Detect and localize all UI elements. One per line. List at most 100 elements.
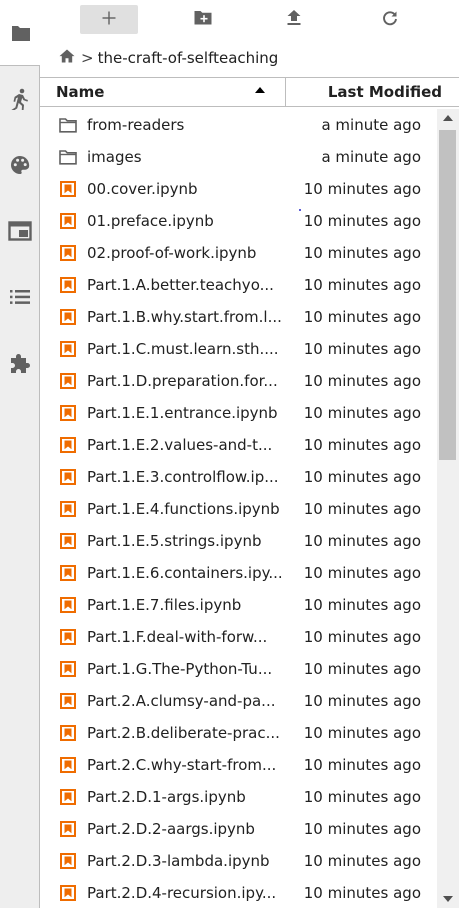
file-name: Part.2.D.1-args.ipynb [87, 788, 246, 806]
notebook-icon [59, 276, 77, 294]
file-list-item[interactable]: Part.1.E.7.files.ipynb 10 minutes ago [40, 589, 438, 621]
file-list-item[interactable]: Part.2.D.2-aargs.ipynb 10 minutes ago [40, 813, 438, 845]
scroll-up-arrow-icon[interactable] [443, 115, 453, 121]
file-last-modified: 10 minutes ago [303, 852, 421, 870]
file-last-modified: 10 minutes ago [303, 564, 421, 582]
file-list-item[interactable]: Part.2.B.deliberate-prac... 10 minutes ag… [40, 717, 438, 749]
notebook-icon [59, 468, 77, 486]
file-list-item[interactable]: from-readers a minute ago [40, 109, 438, 141]
notebook-icon [59, 756, 77, 774]
file-list-item[interactable]: Part.2.D.1-args.ipynb 10 minutes ago [40, 781, 438, 813]
file-list-item[interactable]: Part.1.C.must.learn.sth.... 10 minutes ag… [40, 333, 438, 365]
file-list-item[interactable]: Part.1.D.preparation.for... 10 minutes ag… [40, 365, 438, 397]
file-last-modified: 10 minutes ago [303, 532, 421, 550]
notebook-icon [59, 372, 77, 390]
file-name: Part.1.E.5.strings.ipynb [87, 532, 262, 550]
file-list-item[interactable]: Part.1.A.better.teachyo... 10 minutes ago [40, 269, 438, 301]
file-list-item[interactable]: 02.proof-of-work.ipynb 10 minutes ago [40, 237, 438, 269]
file-name: 01.preface.ipynb [87, 212, 214, 230]
upload-button[interactable] [265, 5, 323, 34]
file-name: Part.1.F.deal-with-forw... [87, 628, 268, 646]
listing-scrollbar[interactable] [437, 109, 459, 908]
breadcrumb-home[interactable] [59, 49, 75, 67]
file-last-modified: 10 minutes ago [303, 468, 421, 486]
notebook-icon [59, 308, 77, 326]
notebook-icon [59, 788, 77, 806]
folder-icon [59, 148, 77, 166]
file-list-item[interactable]: Part.1.E.4.functions.ipynb 10 minutes ago [40, 493, 438, 525]
file-list-item[interactable]: 00.cover.ipynb 10 minutes ago [40, 173, 438, 205]
file-list-item[interactable]: images a minute ago [40, 141, 438, 173]
file-name: Part.1.E.1.entrance.ipynb [87, 404, 278, 422]
file-list-item[interactable]: Part.2.C.why-start-from... 10 minutes ago [40, 749, 438, 781]
notebook-icon [59, 628, 77, 646]
notebook-icon [59, 500, 77, 518]
file-name: Part.2.D.3-lambda.ipynb [87, 852, 270, 870]
file-name: Part.1.A.better.teachyo... [87, 276, 274, 294]
file-list-item[interactable]: Part.1.B.why.start.from.l... 10 minutes a… [40, 301, 438, 333]
file-name: 02.proof-of-work.ipynb [87, 244, 257, 262]
file-last-modified: 10 minutes ago [303, 180, 421, 198]
file-last-modified: a minute ago [321, 148, 421, 166]
file-list-item[interactable]: Part.2.A.clumsy-and-pa... 10 minutes ago [40, 685, 438, 717]
file-last-modified: 10 minutes ago [303, 276, 421, 294]
new-launcher-button[interactable] [80, 5, 138, 34]
column-header-last-modified[interactable]: Last Modified [286, 78, 443, 106]
file-list-item[interactable]: Part.2.D.3-lambda.ipynb 10 minutes ago [40, 845, 438, 877]
file-last-modified: 10 minutes ago [303, 660, 421, 678]
tab-running[interactable] [0, 66, 40, 132]
tab-table-of-contents[interactable] [0, 264, 40, 330]
breadcrumb-current-directory[interactable]: the-craft-of-selfteaching [98, 49, 279, 67]
folder-icon [59, 116, 77, 134]
file-list-item[interactable]: Part.1.E.6.containers.ipy... 10 minutes a… [40, 557, 438, 589]
notebook-icon [59, 884, 77, 902]
tab-commands[interactable] [0, 132, 40, 198]
file-list-item[interactable]: 01.preface.ipynb 10 minutes ago [40, 205, 438, 237]
notebook-icon [59, 692, 77, 710]
notebook-icon [59, 340, 77, 358]
cursor-dot [299, 209, 301, 211]
file-list-item[interactable]: Part.2.D.4-recursion.ipy... 10 minutes ag… [40, 877, 438, 908]
file-list-item[interactable]: Part.1.E.1.entrance.ipynb 10 minutes ago [40, 397, 438, 429]
breadcrumb-separator: > [81, 49, 94, 67]
folder-icon [11, 24, 31, 42]
file-name: Part.1.C.must.learn.sth.... [87, 340, 279, 358]
file-last-modified: 10 minutes ago [303, 692, 421, 710]
list-icon [10, 289, 30, 305]
notebook-icon [59, 532, 77, 550]
home-icon [59, 49, 75, 67]
notebook-icon [59, 852, 77, 870]
refresh-button[interactable] [361, 5, 419, 34]
file-last-modified: 10 minutes ago [303, 756, 421, 774]
new-folder-button[interactable] [174, 5, 232, 34]
file-list-item[interactable]: Part.1.F.deal-with-forw... 10 minutes ago [40, 621, 438, 653]
file-last-modified: 10 minutes ago [303, 788, 421, 806]
file-list-item[interactable]: Part.1.E.3.controlflow.ip... 10 minutes a… [40, 461, 438, 493]
file-list-item[interactable]: Part.1.E.2.values-and-t... 10 minutes ago [40, 429, 438, 461]
tab-extension-manager[interactable] [0, 330, 40, 396]
file-list-item[interactable]: Part.1.G.The-Python-Tu... 10 minutes ago [40, 653, 438, 685]
notebook-icon [59, 244, 77, 262]
scroll-down-arrow-icon[interactable] [443, 896, 453, 902]
file-last-modified: 10 minutes ago [303, 244, 421, 262]
tab-open-tabs[interactable] [0, 198, 40, 264]
file-last-modified: 10 minutes ago [303, 724, 421, 742]
tab-file-browser[interactable] [0, 0, 41, 66]
notebook-icon [59, 660, 77, 678]
file-name: Part.2.C.why-start-from... [87, 756, 277, 774]
file-last-modified: 10 minutes ago [303, 404, 421, 422]
file-name: images [87, 148, 142, 166]
new-folder-icon [194, 10, 212, 29]
scrollbar-thumb[interactable] [439, 130, 456, 460]
file-name: Part.1.E.7.files.ipynb [87, 596, 242, 614]
file-last-modified: 10 minutes ago [303, 500, 421, 518]
file-last-modified: 10 minutes ago [303, 340, 421, 358]
file-last-modified: 10 minutes ago [303, 820, 421, 838]
notebook-icon [59, 404, 77, 422]
column-header-name[interactable]: Name [40, 78, 286, 106]
file-list-item[interactable]: Part.1.E.5.strings.ipynb 10 minutes ago [40, 525, 438, 557]
palette-icon [10, 155, 30, 175]
notebook-icon [59, 212, 77, 230]
sort-ascending-icon [255, 87, 265, 93]
notebook-icon [59, 436, 77, 454]
